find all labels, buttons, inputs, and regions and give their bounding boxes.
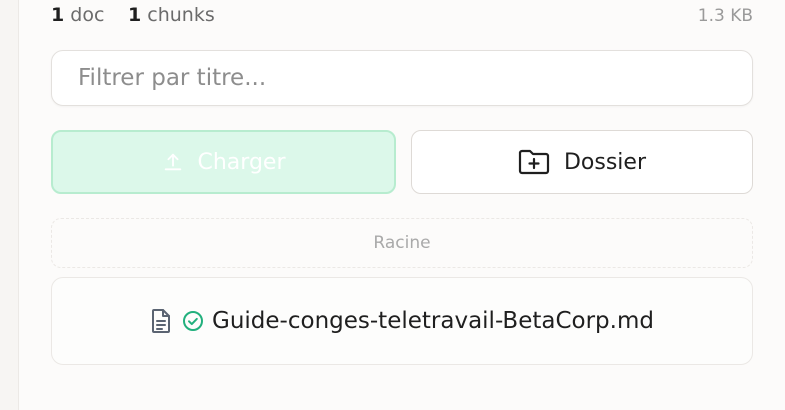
chunks-label: chunks xyxy=(147,4,215,26)
chunks-count-stat: 1 chunks xyxy=(128,4,215,26)
folder-label: Dossier xyxy=(563,149,647,175)
upload-label: Charger xyxy=(197,149,286,175)
file-item[interactable]: Guide-conges-teletravail-BetaCorp.md xyxy=(51,277,753,365)
filter-input[interactable] xyxy=(52,51,752,105)
upload-button[interactable]: Charger xyxy=(51,130,396,194)
total-size: 1.3 KB xyxy=(697,6,753,26)
root-label: Racine xyxy=(373,233,431,253)
new-folder-button[interactable]: Dossier xyxy=(411,130,753,194)
document-stats: 1 doc 1 chunks 1.3 KB xyxy=(51,4,753,30)
folder-plus-icon xyxy=(518,148,550,176)
check-circle-icon xyxy=(182,310,204,332)
chunks-count: 1 xyxy=(128,4,142,26)
file-name: Guide-conges-teletravail-BetaCorp.md xyxy=(212,308,654,334)
root-drop-zone[interactable]: Racine xyxy=(51,218,753,268)
upload-icon xyxy=(162,151,184,173)
docs-label: doc xyxy=(70,4,105,26)
docs-count-stat: 1 doc xyxy=(51,4,104,26)
filter-field xyxy=(51,50,753,106)
docs-count: 1 xyxy=(51,4,65,26)
document-icon xyxy=(150,308,172,334)
